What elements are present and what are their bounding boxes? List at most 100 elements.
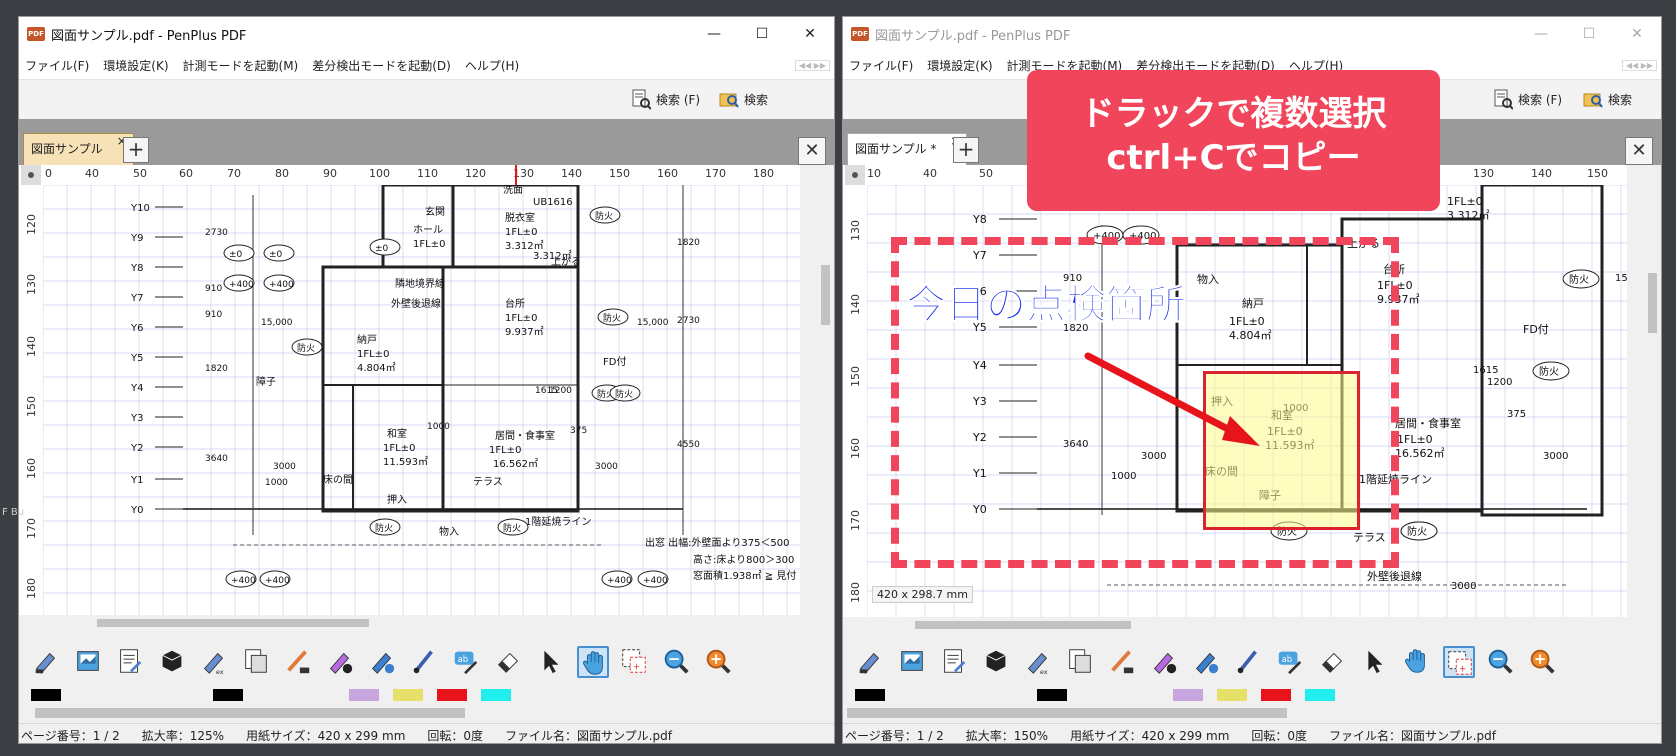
room-label: FD付 — [603, 355, 626, 368]
minimize-button[interactable]: — — [1517, 26, 1565, 42]
pointer-icon[interactable] — [535, 646, 567, 678]
swatch-yellow[interactable] — [393, 689, 423, 701]
swatch-black-2[interactable] — [213, 689, 243, 701]
zoom-in-icon[interactable] — [1527, 646, 1559, 678]
scroll-thumb[interactable] — [915, 621, 1131, 629]
swatch-black[interactable] — [855, 689, 885, 701]
zoom-out-icon[interactable] — [1485, 646, 1517, 678]
swatch-black[interactable] — [31, 689, 61, 701]
scroll-thumb[interactable] — [97, 619, 369, 627]
text-box-icon[interactable]: ab — [1275, 646, 1307, 678]
search-button[interactable]: 検索 (F) — [631, 88, 700, 110]
scroll-thumb[interactable] — [35, 708, 465, 718]
eraser-icon[interactable] — [1317, 646, 1349, 678]
swatch-lavender[interactable] — [1173, 689, 1203, 701]
line-icon[interactable] — [1107, 646, 1139, 678]
highlighter-2-icon[interactable] — [1191, 646, 1223, 678]
copy-page-icon[interactable] — [241, 646, 273, 678]
axis-label: Y8 — [130, 263, 143, 274]
text-box-icon[interactable]: ab — [451, 646, 483, 678]
menu-settings[interactable]: 環境設定(K) — [103, 57, 168, 74]
marker-pen-icon[interactable] — [31, 646, 63, 678]
zoom-out-icon[interactable] — [661, 646, 693, 678]
highlighter-1-icon[interactable] — [1149, 646, 1181, 678]
area-select-icon[interactable]: + — [1443, 646, 1475, 678]
add-tab-button[interactable]: + — [953, 137, 979, 163]
image-icon[interactable] — [897, 646, 929, 678]
hand-icon[interactable] — [577, 646, 609, 678]
horizontal-scrollbar[interactable] — [19, 615, 800, 631]
ruler-tick-label: 150 — [609, 167, 630, 180]
pointer-icon[interactable] — [1359, 646, 1391, 678]
search-folder-button[interactable]: 検索 — [1583, 88, 1632, 110]
maximize-button[interactable]: ☐ — [1565, 26, 1613, 42]
menu-diff-mode[interactable]: 差分検出モードを起動(D) — [312, 57, 451, 74]
search-folder-button[interactable]: 検索 — [719, 88, 768, 110]
minimize-button[interactable]: — — [690, 26, 738, 42]
eraser-pen-icon[interactable]: ex — [1023, 646, 1055, 678]
vertical-scrollbar[interactable] — [1644, 165, 1661, 617]
close-button[interactable]: ✕ — [1613, 26, 1661, 42]
axis-label: Y1 — [130, 475, 143, 486]
drawing-canvas[interactable]: Y10 Y9 Y8 Y7 Y6 Y5 Y4 Y3 Y2 Y1 Y0 玄関 ホール 1FL±0 洗面 脱衣室 1F… — [43, 185, 800, 615]
eraser-icon[interactable] — [493, 646, 525, 678]
swatch-cyan[interactable] — [1305, 689, 1335, 701]
swatch-red[interactable] — [1261, 689, 1291, 701]
ruler-tick-label: 150 — [849, 366, 862, 387]
swatch-black-2[interactable] — [1037, 689, 1067, 701]
document-tab[interactable]: 図面サンプル * × — [847, 133, 968, 165]
toolbar-scrollbar[interactable] — [19, 705, 834, 721]
marker-pen-icon[interactable] — [855, 646, 887, 678]
swatch-red[interactable] — [437, 689, 467, 701]
brush-icon[interactable] — [409, 646, 441, 678]
menu-help[interactable]: ヘルプ(H) — [465, 57, 519, 74]
search-folder-icon — [719, 93, 739, 108]
close-tab-button[interactable]: ✕ — [1625, 137, 1653, 165]
menu-file[interactable]: ファイル(F) — [25, 57, 89, 74]
scroll-thumb[interactable] — [847, 708, 1287, 718]
stamp-box-icon[interactable] — [157, 646, 189, 678]
room-label: 外壁後退線 — [1367, 569, 1422, 583]
text-note-icon[interactable] — [115, 646, 147, 678]
swatch-cyan[interactable] — [481, 689, 511, 701]
mark-label: +400 — [231, 576, 256, 586]
highlighter-2-icon[interactable] — [367, 646, 399, 678]
area-select-icon[interactable]: + — [619, 646, 651, 678]
menu-settings[interactable]: 環境設定(K) — [927, 57, 992, 74]
eraser-pen-icon[interactable]: ex — [199, 646, 231, 678]
document-tab[interactable]: 図面サンプル × — [23, 133, 134, 165]
close-button[interactable]: ✕ — [786, 26, 834, 42]
vertical-scrollbar[interactable] — [817, 165, 834, 615]
status-zoom: 拡大率：150% — [965, 728, 1049, 743]
text-note-icon[interactable] — [939, 646, 971, 678]
stamp-box-icon[interactable] — [981, 646, 1013, 678]
swatch-yellow[interactable] — [1217, 689, 1247, 701]
tab-row: 図面サンプル × + ✕ — [19, 119, 834, 165]
ruler-tick-label: 140 — [561, 167, 582, 180]
ruler-tick-label: 90 — [323, 167, 337, 180]
add-tab-button[interactable]: + — [123, 137, 149, 163]
page-nav-buttons[interactable]: ◀◀ ▶▶ — [1621, 60, 1657, 71]
title-bar[interactable]: PDF 図面サンプル.pdf - PenPlus PDF — ☐ ✕ — [19, 17, 834, 51]
hand-icon[interactable] — [1401, 646, 1433, 678]
swatch-lavender[interactable] — [349, 689, 379, 701]
highlighter-1-icon[interactable] — [325, 646, 357, 678]
close-tab-button[interactable]: ✕ — [798, 137, 826, 165]
menu-file[interactable]: ファイル(F) — [849, 57, 913, 74]
image-icon[interactable] — [73, 646, 105, 678]
search-button[interactable]: 検索 (F) — [1493, 88, 1562, 110]
note-text: 高さ:床より800＞300 — [693, 553, 794, 566]
copy-page-icon[interactable] — [1065, 646, 1097, 678]
scroll-thumb[interactable] — [821, 265, 830, 325]
menu-measure-mode[interactable]: 計測モードを起動(M) — [183, 57, 299, 74]
horizontal-scrollbar[interactable] — [843, 617, 1627, 633]
brush-icon[interactable] — [1233, 646, 1265, 678]
zoom-in-icon[interactable] — [703, 646, 735, 678]
scroll-thumb[interactable] — [1648, 273, 1657, 333]
title-bar[interactable]: PDF 図面サンプル.pdf - PenPlus PDF — ☐ ✕ — [843, 17, 1661, 51]
toolbar-scrollbar[interactable] — [843, 705, 1661, 721]
maximize-button[interactable]: ☐ — [738, 26, 786, 42]
page-nav-buttons[interactable]: ◀◀ ▶▶ — [794, 60, 830, 71]
room-label: UB1616 — [533, 197, 573, 208]
line-icon[interactable] — [283, 646, 315, 678]
